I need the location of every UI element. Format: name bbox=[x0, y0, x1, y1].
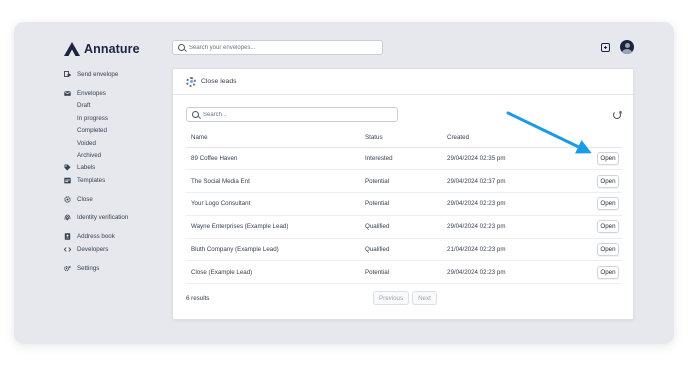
address-book-icon bbox=[64, 233, 71, 240]
sidebar-item-label: Developers bbox=[77, 245, 109, 253]
brand-name: Annature bbox=[84, 42, 140, 56]
sidebar-item-close[interactable]: Close bbox=[64, 196, 93, 203]
sidebar-item-labels[interactable]: Labels bbox=[64, 164, 95, 171]
table-row: Wayne Enterprises (Example Lead) Qualifi… bbox=[186, 215, 622, 239]
add-icon[interactable] bbox=[601, 43, 610, 52]
lead-created: 29/04/2024 02:23 pm bbox=[442, 260, 562, 285]
lead-name: Close (Example Lead) bbox=[186, 260, 360, 285]
sidebar-item-label: Settings bbox=[77, 264, 100, 272]
avatar[interactable] bbox=[620, 40, 634, 54]
lead-name: Your Logo Consultant bbox=[186, 192, 360, 216]
lead-created: 29/04/2024 02:23 pm bbox=[442, 215, 562, 239]
open-lead-button[interactable]: Open bbox=[597, 151, 619, 165]
refresh-icon[interactable] bbox=[613, 111, 621, 119]
open-lead-button[interactable]: Open bbox=[597, 220, 619, 234]
pagination: Previous Next bbox=[373, 291, 437, 305]
search-icon bbox=[192, 111, 199, 118]
sidebar-subitem-draft[interactable]: Draft bbox=[77, 102, 90, 109]
lead-name: 89 Coffee Haven bbox=[186, 147, 360, 171]
results-count: 6 results bbox=[186, 295, 210, 302]
sidebar-item-developers[interactable]: Developers bbox=[64, 246, 108, 253]
table-row: Close (Example Lead) Potential 29/04/202… bbox=[186, 260, 622, 285]
close-logo-icon bbox=[186, 76, 196, 87]
close-gear-icon bbox=[64, 195, 71, 203]
sidebar-subitem-in-progress[interactable]: In progress bbox=[77, 115, 108, 122]
column-header-name[interactable]: Name bbox=[186, 129, 360, 148]
settings-icon bbox=[64, 265, 71, 271]
search-icon bbox=[178, 44, 185, 51]
lead-created: 29/04/2024 02:37 pm bbox=[442, 169, 562, 194]
table-row: Your Logo Consultant Potential 29/04/202… bbox=[186, 192, 622, 216]
lead-status: Potential bbox=[360, 192, 442, 216]
tag-icon bbox=[64, 164, 71, 171]
next-page-button[interactable]: Next bbox=[412, 291, 437, 305]
table-row: The Social Media Ent Potential 29/04/202… bbox=[186, 169, 622, 194]
lead-name: Bluth Company (Example Lead) bbox=[186, 238, 360, 262]
sidebar-item-templates[interactable]: Templates bbox=[64, 177, 105, 184]
lead-status: Potential bbox=[360, 260, 442, 285]
lead-created: 29/04/2024 02:35 pm bbox=[442, 147, 562, 171]
sidebar-item-settings[interactable]: Settings bbox=[64, 265, 99, 272]
envelope-icon bbox=[64, 91, 71, 96]
sidebar-item-label: Labels bbox=[77, 164, 96, 171]
envelope-search-input[interactable] bbox=[189, 44, 369, 51]
sidebar-item-envelopes[interactable]: Envelopes bbox=[64, 90, 106, 97]
lead-status: Qualified bbox=[360, 238, 442, 262]
sidebar-item-identity-verification[interactable]: Identity verification bbox=[64, 214, 128, 221]
open-lead-button[interactable]: Open bbox=[597, 243, 619, 257]
lead-status: Qualified bbox=[360, 215, 442, 239]
lead-status: Potential bbox=[360, 169, 442, 194]
sidebar-subitem-voided[interactable]: Voided bbox=[77, 140, 96, 147]
lead-name: The Social Media Ent bbox=[186, 169, 360, 194]
sidebar-item-send-envelope[interactable]: Send envelope bbox=[64, 71, 118, 78]
brand-logo[interactable]: Annature bbox=[64, 42, 140, 56]
column-header-created[interactable]: Created bbox=[442, 129, 562, 148]
send-icon bbox=[64, 71, 71, 77]
close-leads-panel: Close leads Name Status Created 89 Coffe… bbox=[172, 68, 634, 320]
leads-search-input[interactable] bbox=[203, 111, 393, 118]
previous-page-button[interactable]: Previous bbox=[373, 291, 410, 305]
sidebar-item-address-book[interactable]: Address book bbox=[64, 233, 115, 240]
envelope-search[interactable] bbox=[172, 40, 383, 55]
column-header-status[interactable]: Status bbox=[360, 129, 442, 148]
sidebar-item-label: Identity verification bbox=[77, 214, 129, 221]
sidebar-subitem-archived[interactable]: Archived bbox=[77, 152, 101, 159]
lead-created: 29/04/2024 02:23 pm bbox=[442, 192, 562, 216]
sidebar-item-label: Address book bbox=[77, 233, 115, 240]
panel-header: Close leads bbox=[173, 69, 633, 95]
open-lead-button[interactable]: Open bbox=[597, 174, 619, 188]
table-header-row: Name Status Created bbox=[186, 129, 622, 148]
leads-table: Name Status Created 89 Coffee Haven Inte… bbox=[186, 129, 622, 285]
lead-name: Wayne Enterprises (Example Lead) bbox=[186, 215, 360, 239]
lead-status: Interested bbox=[360, 147, 442, 171]
open-lead-button[interactable]: Open bbox=[597, 197, 619, 211]
fingerprint-icon bbox=[64, 214, 71, 221]
sidebar-subitem-completed[interactable]: Completed bbox=[77, 127, 107, 134]
table-row: 89 Coffee Haven Interested 29/04/2024 02… bbox=[186, 147, 622, 171]
lead-created: 21/04/2024 02:23 pm bbox=[442, 238, 562, 262]
column-header-action bbox=[562, 129, 622, 148]
panel-title: Close leads bbox=[201, 78, 237, 85]
table-row: Bluth Company (Example Lead) Qualified 2… bbox=[186, 238, 622, 262]
open-lead-button[interactable]: Open bbox=[597, 265, 619, 279]
sidebar-item-label: Envelopes bbox=[77, 90, 106, 97]
sidebar-item-label: Send envelope bbox=[77, 71, 119, 78]
leads-search[interactable] bbox=[186, 107, 398, 122]
code-icon bbox=[64, 246, 71, 252]
template-icon bbox=[64, 177, 71, 183]
sidebar-item-label: Templates bbox=[77, 176, 106, 184]
sidebar-item-label: Close bbox=[77, 195, 93, 203]
annature-logo-icon bbox=[64, 42, 80, 56]
